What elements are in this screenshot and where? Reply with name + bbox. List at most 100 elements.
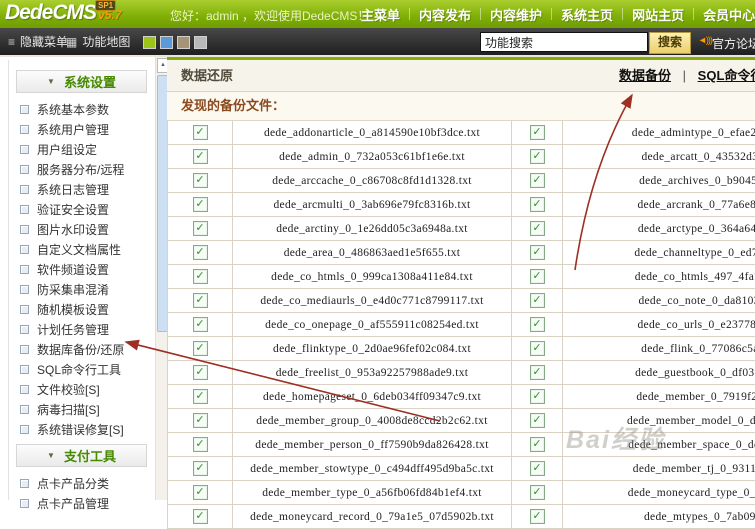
bullet-icon bbox=[20, 225, 29, 234]
sidebar-item[interactable]: 系统用户管理 bbox=[0, 119, 155, 139]
table-row: ✓dede_co_mediaurls_0_e4d0c771c8799117.tx… bbox=[168, 289, 755, 313]
file-checkbox[interactable]: ✓ bbox=[530, 125, 545, 140]
file-checkbox[interactable]: ✓ bbox=[530, 509, 545, 524]
file-checkbox[interactable]: ✓ bbox=[530, 293, 545, 308]
sidebar-item-label: 软件频道设置 bbox=[37, 261, 109, 278]
sidebar-item[interactable]: 文件校验[S] bbox=[0, 379, 155, 399]
checkbox-check-icon: ✓ bbox=[532, 175, 541, 186]
file-checkbox[interactable]: ✓ bbox=[193, 365, 208, 380]
forum-link[interactable]: 官方论坛 bbox=[712, 35, 755, 52]
sidebar-item[interactable]: 系统错误修复[S] bbox=[0, 419, 155, 439]
file-checkbox[interactable]: ✓ bbox=[530, 365, 545, 380]
sidebar-item[interactable]: 计划任务管理 bbox=[0, 319, 155, 339]
checkbox-cell: ✓ bbox=[168, 217, 233, 240]
table-row: ✓dede_member_person_0_ff7590b9da826428.t… bbox=[168, 433, 755, 457]
sidebar-item[interactable]: 点卡产品分类 bbox=[0, 473, 155, 493]
sidebar-item[interactable]: 系统基本参数 bbox=[0, 99, 155, 119]
search-button[interactable]: 搜索 bbox=[649, 32, 691, 54]
sidebar-item[interactable]: 验证安全设置 bbox=[0, 199, 155, 219]
file-checkbox[interactable]: ✓ bbox=[193, 149, 208, 164]
nav-item[interactable]: 内容发布 bbox=[410, 5, 480, 24]
sidebar-item[interactable]: 点卡产品管理 bbox=[0, 493, 155, 513]
sidebar-item-label: 用户组设定 bbox=[37, 141, 97, 158]
sidebar-item[interactable]: 用户组设定 bbox=[0, 139, 155, 159]
file-checkbox[interactable]: ✓ bbox=[530, 413, 545, 428]
file-checkbox[interactable]: ✓ bbox=[193, 125, 208, 140]
sidebar-section-header[interactable]: ▼支付工具 bbox=[16, 444, 147, 467]
file-name-cell: dede_member_model_0_d92c1cd6b bbox=[563, 409, 755, 432]
sql-tool-link[interactable]: SQL命令行工具 bbox=[698, 68, 755, 83]
sidebar-item[interactable]: SQL命令行工具 bbox=[0, 359, 155, 379]
file-checkbox[interactable]: ✓ bbox=[530, 485, 545, 500]
sidebar-item[interactable]: 软件频道设置 bbox=[0, 259, 155, 279]
sidebar-item[interactable]: 自定义文档属性 bbox=[0, 239, 155, 259]
file-checkbox[interactable]: ✓ bbox=[193, 509, 208, 524]
sidebar-item[interactable]: 病毒扫描[S] bbox=[0, 399, 155, 419]
sidebar-item[interactable]: 服务器分布/远程 bbox=[0, 159, 155, 179]
file-checkbox[interactable]: ✓ bbox=[193, 221, 208, 236]
file-checkbox[interactable]: ✓ bbox=[193, 173, 208, 188]
file-checkbox[interactable]: ✓ bbox=[530, 221, 545, 236]
file-checkbox[interactable]: ✓ bbox=[193, 293, 208, 308]
table-row: ✓dede_co_htmls_0_999ca1308a411e84.txt✓de… bbox=[168, 265, 755, 289]
checkbox-cell: ✓ bbox=[512, 505, 563, 528]
file-checkbox[interactable]: ✓ bbox=[530, 197, 545, 212]
hide-menu-button[interactable]: ≡ 隐藏菜单 bbox=[8, 28, 68, 55]
chevron-down-icon: ▼ bbox=[47, 77, 55, 86]
sidebar-item[interactable]: 防采集串混淆 bbox=[0, 279, 155, 299]
checkbox-cell: ✓ bbox=[512, 457, 563, 480]
file-checkbox[interactable]: ✓ bbox=[530, 317, 545, 332]
file-name-cell: dede_member_stowtype_0_c494dff495d9ba5c.… bbox=[233, 457, 512, 480]
skin-swatch[interactable] bbox=[177, 36, 190, 49]
table-row: ✓dede_arccache_0_c86708c8fd1d1328.txt✓de… bbox=[168, 169, 755, 193]
nav-item[interactable]: 会员中心 bbox=[694, 5, 755, 24]
sidebar-item-label: 点卡产品分类 bbox=[37, 475, 109, 492]
file-checkbox[interactable]: ✓ bbox=[530, 389, 545, 404]
sidebar-item[interactable]: 随机模板设置 bbox=[0, 299, 155, 319]
backup-file-name: dede_member_model_0_d92c1cd6b bbox=[627, 415, 755, 427]
checkbox-check-icon: ✓ bbox=[532, 343, 541, 354]
file-checkbox[interactable]: ✓ bbox=[193, 461, 208, 476]
file-checkbox[interactable]: ✓ bbox=[530, 461, 545, 476]
search-input[interactable] bbox=[480, 32, 648, 52]
sidebar-item[interactable]: 数据库备份/还原 bbox=[0, 339, 155, 359]
bullet-icon bbox=[20, 405, 29, 414]
nav-item[interactable]: 系统主页 bbox=[552, 5, 622, 24]
sidebar-section-header[interactable]: ▼系统设置 bbox=[16, 70, 147, 93]
file-name-cell: dede_member_0_7919f201b335 bbox=[563, 385, 755, 408]
top-header-bar: DedeCMSv5.7 SP1 您好：admin ，欢迎使用DedeCMS！ 主… bbox=[0, 0, 755, 29]
file-checkbox[interactable]: ✓ bbox=[530, 245, 545, 260]
bullet-icon bbox=[20, 305, 29, 314]
file-checkbox[interactable]: ✓ bbox=[193, 437, 208, 452]
nav-item[interactable]: 内容维护 bbox=[481, 5, 551, 24]
checkbox-check-icon: ✓ bbox=[195, 127, 204, 138]
backup-file-name: dede_arcmulti_0_3ab696e79fc8316b.txt bbox=[274, 199, 471, 211]
file-checkbox[interactable]: ✓ bbox=[193, 413, 208, 428]
sidebar-item[interactable]: 图片水印设置 bbox=[0, 219, 155, 239]
nav-item[interactable]: 主菜单 bbox=[352, 5, 409, 24]
feature-map-button[interactable]: ▦ 功能地图 bbox=[66, 28, 130, 55]
file-checkbox[interactable]: ✓ bbox=[193, 197, 208, 212]
nav-item[interactable]: 网站主页 bbox=[623, 5, 693, 24]
data-backup-link[interactable]: 数据备份 bbox=[619, 68, 671, 83]
skin-swatch[interactable] bbox=[143, 36, 156, 49]
file-checkbox[interactable]: ✓ bbox=[530, 269, 545, 284]
bullet-icon bbox=[20, 125, 29, 134]
file-checkbox[interactable]: ✓ bbox=[193, 317, 208, 332]
file-checkbox[interactable]: ✓ bbox=[193, 269, 208, 284]
file-checkbox[interactable]: ✓ bbox=[193, 341, 208, 356]
file-checkbox[interactable]: ✓ bbox=[530, 173, 545, 188]
file-checkbox[interactable]: ✓ bbox=[193, 485, 208, 500]
sidebar-item[interactable]: 系统日志管理 bbox=[0, 179, 155, 199]
file-name-cell: dede_co_htmls_0_999ca1308a411e84.txt bbox=[233, 265, 512, 288]
skin-swatch[interactable] bbox=[160, 36, 173, 49]
feature-map-label: 功能地图 bbox=[82, 33, 130, 50]
file-checkbox[interactable]: ✓ bbox=[530, 341, 545, 356]
file-checkbox[interactable]: ✓ bbox=[530, 437, 545, 452]
file-checkbox[interactable]: ✓ bbox=[193, 245, 208, 260]
checkbox-cell: ✓ bbox=[512, 337, 563, 360]
skin-swatch[interactable] bbox=[194, 36, 207, 49]
file-checkbox[interactable]: ✓ bbox=[530, 149, 545, 164]
file-checkbox[interactable]: ✓ bbox=[193, 389, 208, 404]
backup-file-name: dede_arctiny_0_1e26dd05c3a6948a.txt bbox=[276, 223, 468, 235]
